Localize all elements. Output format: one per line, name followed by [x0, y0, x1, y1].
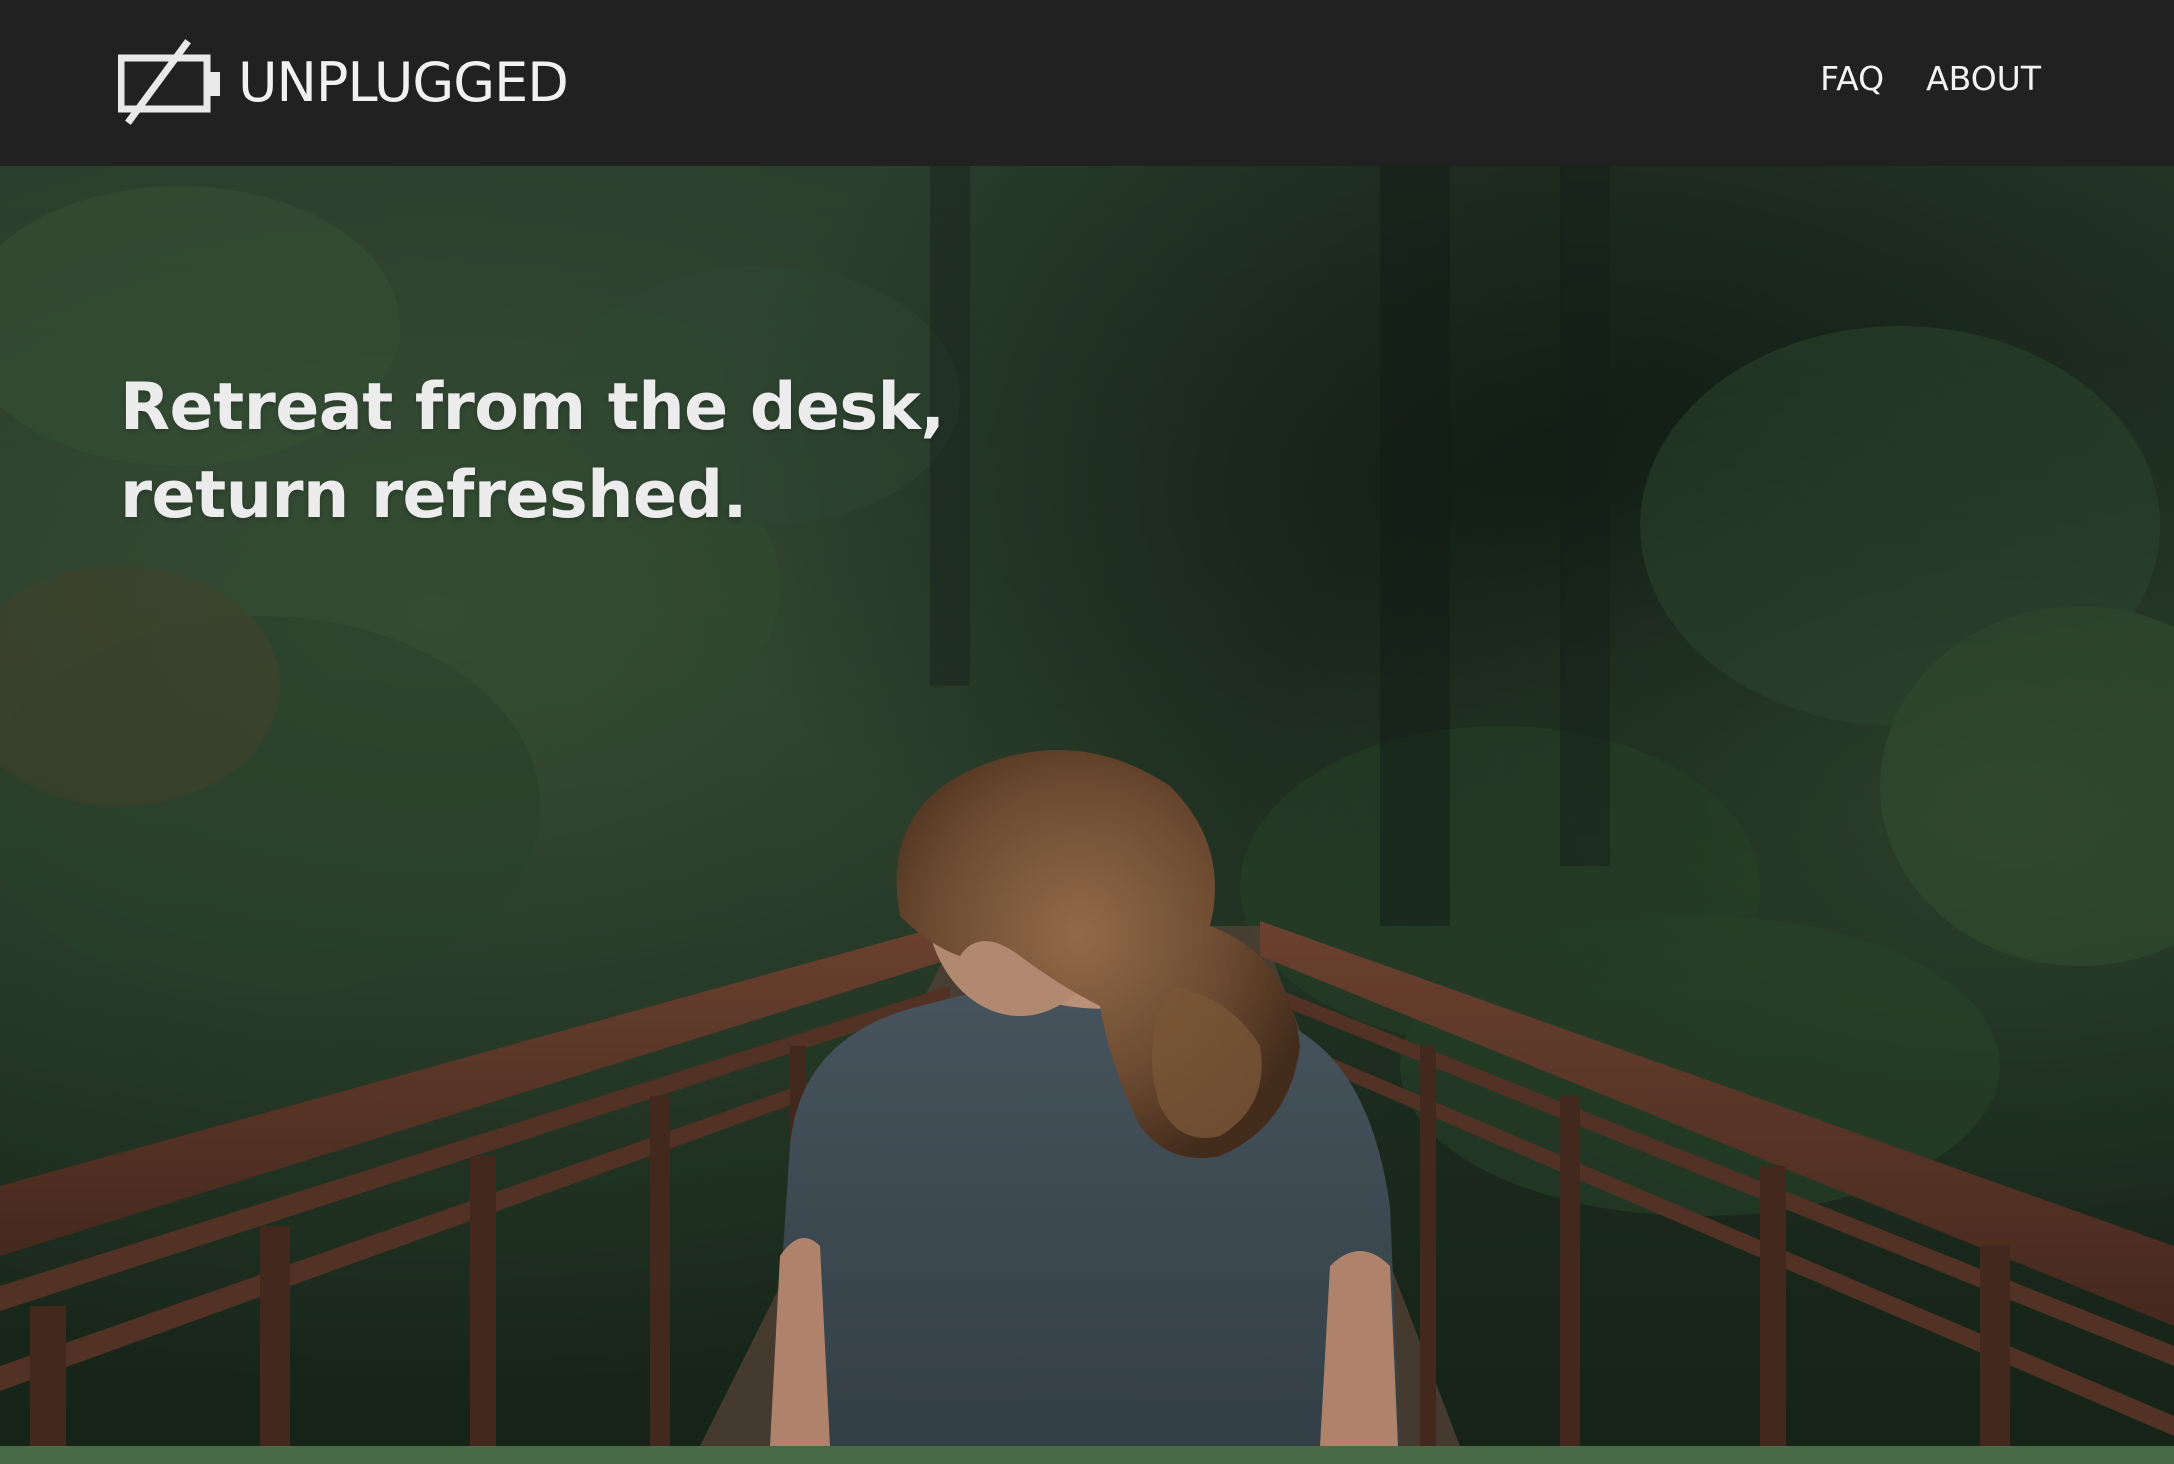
hero-section: Retreat from the desk, return refreshed.	[0, 166, 2174, 1446]
brand-logo-link[interactable]: UNPLUGGED	[118, 38, 569, 128]
brand-name: UNPLUGGED	[238, 51, 569, 114]
site-header: UNPLUGGED FAQ ABOUT	[0, 0, 2174, 166]
hero-headline: Retreat from the desk, return refreshed.	[120, 370, 945, 533]
nav-link-faq[interactable]: FAQ	[1820, 58, 1884, 101]
footer-strip	[0, 1446, 2174, 1464]
nav-link-about[interactable]: ABOUT	[1926, 58, 2041, 101]
hero-image	[0, 166, 2174, 1446]
battery-off-icon	[118, 39, 220, 125]
main-nav: FAQ ABOUT	[1820, 58, 2041, 101]
